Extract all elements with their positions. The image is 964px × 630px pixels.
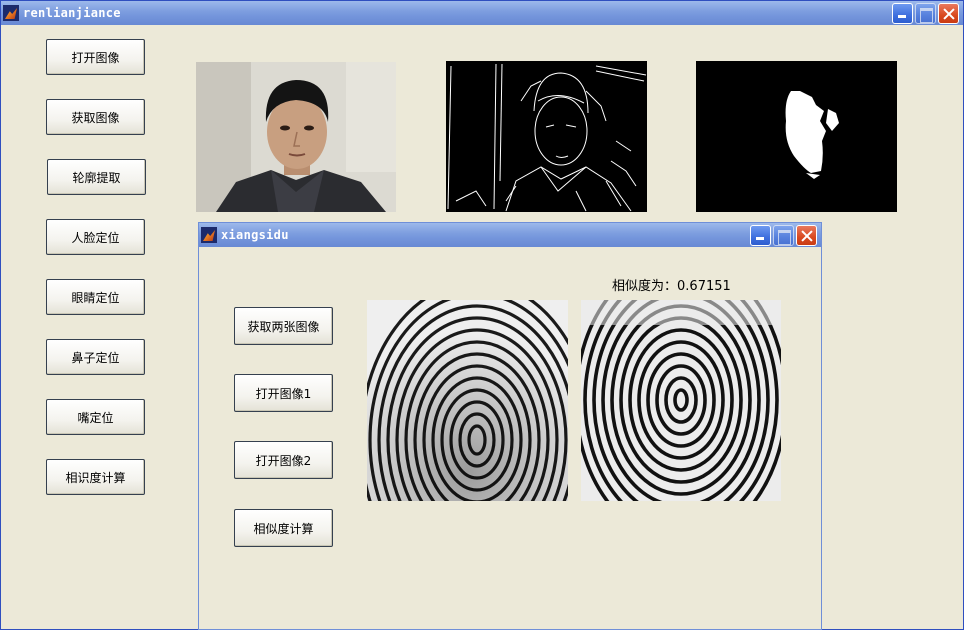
mouth-locate-button[interactable]: 嘴定位 bbox=[46, 399, 145, 435]
compute-similarity-button[interactable]: 相似度计算 bbox=[234, 509, 333, 547]
edge-image bbox=[446, 61, 647, 212]
fingerprint-image-1 bbox=[367, 300, 568, 501]
similarity-window-title: xiangsidu bbox=[221, 228, 289, 242]
skin-mask-image bbox=[696, 61, 897, 212]
main-window-title: renlianjiance bbox=[23, 6, 121, 20]
contour-extract-button[interactable]: 轮廓提取 bbox=[47, 159, 146, 195]
similarity-readout: 相似度为：0.67151 bbox=[612, 275, 731, 294]
face-locate-button[interactable]: 人脸定位 bbox=[46, 219, 145, 255]
similarity-compute-button[interactable]: 相识度计算 bbox=[46, 459, 145, 495]
similarity-window-controls bbox=[750, 225, 817, 246]
matlab-icon bbox=[201, 227, 217, 243]
maximize-icon[interactable] bbox=[915, 3, 936, 24]
similarity-value: 0.67151 bbox=[677, 279, 731, 294]
get-two-images-button[interactable]: 获取两张图像 bbox=[234, 307, 333, 345]
fingerprint-2-graphic bbox=[581, 300, 781, 501]
minimize-icon[interactable] bbox=[892, 3, 913, 24]
main-titlebar[interactable]: renlianjiance bbox=[1, 1, 963, 25]
main-window-controls bbox=[892, 3, 959, 24]
get-image-button[interactable]: 获取图像 bbox=[46, 99, 145, 135]
face-photo bbox=[196, 62, 396, 212]
similarity-window: xiangsidu 获取两张图像 打开图像1 打开图像2 相似度计算 相似度为：… bbox=[198, 222, 822, 630]
eye-locate-button[interactable]: 眼睛定位 bbox=[46, 279, 145, 315]
edge-image-graphic bbox=[446, 61, 647, 212]
fingerprint-1-graphic bbox=[367, 300, 568, 501]
maximize-icon[interactable] bbox=[773, 225, 794, 246]
similarity-titlebar[interactable]: xiangsidu bbox=[199, 223, 821, 247]
nose-locate-button[interactable]: 鼻子定位 bbox=[46, 339, 145, 375]
close-icon[interactable] bbox=[796, 225, 817, 246]
similarity-label: 相似度为： bbox=[612, 279, 678, 294]
open-image2-button[interactable]: 打开图像2 bbox=[234, 441, 333, 479]
minimize-icon[interactable] bbox=[750, 225, 771, 246]
skin-mask-graphic bbox=[696, 61, 897, 212]
face-photo-graphic bbox=[196, 62, 396, 212]
open-image1-button[interactable]: 打开图像1 bbox=[234, 374, 333, 412]
matlab-icon bbox=[3, 5, 19, 21]
close-icon[interactable] bbox=[938, 3, 959, 24]
open-image-button[interactable]: 打开图像 bbox=[46, 39, 145, 75]
fingerprint-image-2 bbox=[581, 300, 781, 501]
